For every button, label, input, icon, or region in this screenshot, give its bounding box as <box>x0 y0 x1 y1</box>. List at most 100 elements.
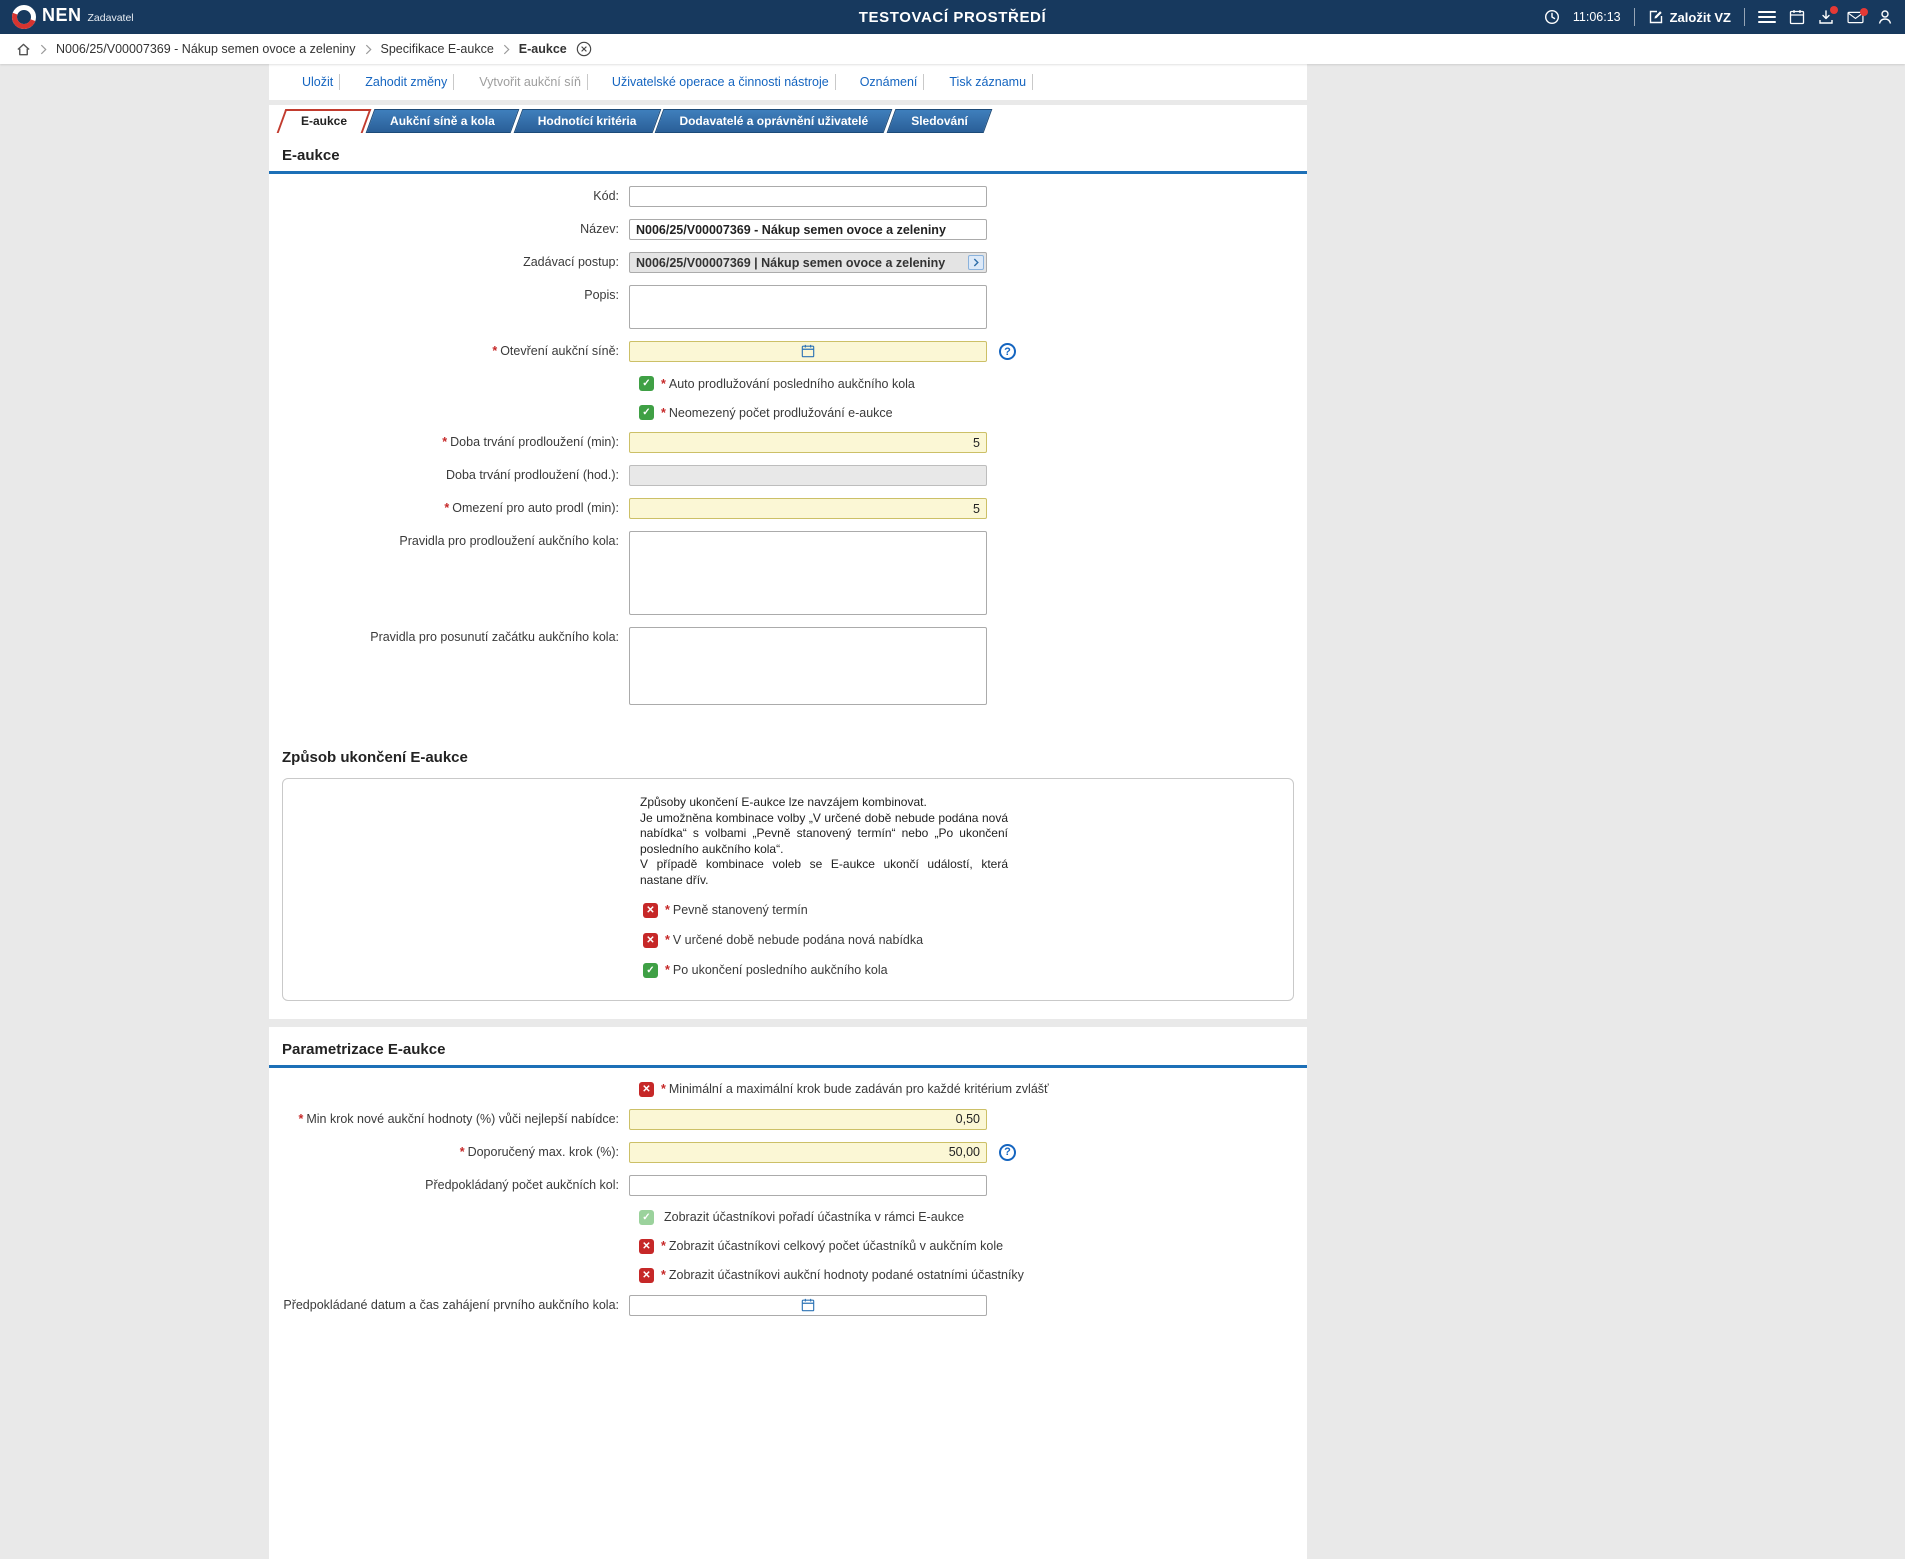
zadavaci-postup-value: N006/25/V00007369 | Nákup semen ovoce a … <box>636 255 946 270</box>
toolbar-label: Uživatelské operace a činnosti nástroje <box>611 75 829 89</box>
main-content: Uložit Zahodit změny Vytvořit aukční síň… <box>269 64 1307 1559</box>
header-divider <box>1744 8 1745 26</box>
tab-aukcni-sine-a-kola[interactable]: Aukční síně a kola <box>370 109 515 133</box>
info-line: Je umožněna kombinace volby „V určené do… <box>640 810 1008 856</box>
zadavaci-postup-open-button[interactable] <box>968 255 984 270</box>
nen-home-link[interactable]: NEN Zadavatel <box>12 5 134 29</box>
info-line: V případě kombinace voleb se E-aukce uko… <box>640 857 1008 887</box>
tab-dodavatele-a-opravneni-uzivatele[interactable]: Dodavatelé a oprávnění uživatelé <box>659 109 888 133</box>
max-krok-label: * Doporučený max. krok (%): <box>459 1144 619 1159</box>
checkbox-label: * Zobrazit účastníkovi celkový počet účas… <box>661 1239 1004 1254</box>
form-row-kod: Kód: <box>269 186 1307 207</box>
section-title-zpusob-ukonceni: Způsob ukončení E-aukce <box>282 749 468 766</box>
document-icon <box>594 74 607 90</box>
check-row-urcena-doba: ✕ * V určené době nebude podána nová nabí… <box>643 932 1293 948</box>
form-row-pravidla-prodlouzeni: Pravidla pro prodloužení aukčního kola: <box>269 531 1307 615</box>
pravidla-posunuti-textarea[interactable] <box>629 627 987 705</box>
checkbox-aukcni-hodnoty[interactable]: ✕ <box>639 1267 654 1283</box>
checkbox-label: Zobrazit účastníkovi pořadí účastníka v … <box>664 1210 965 1225</box>
otevreni-aukcni-sine-input[interactable] <box>629 341 987 362</box>
check-row-po-ukonceni: ✓ * Po ukončení posledního aukčního kola <box>643 962 1293 978</box>
help-icon[interactable]: ? <box>999 343 1016 360</box>
doba-trvani-min-input[interactable] <box>629 432 987 453</box>
checkbox-pevny-termin[interactable]: ✕ <box>643 902 658 918</box>
checkbox-celkovy-pocet[interactable]: ✕ <box>639 1238 654 1254</box>
save-icon <box>283 75 297 89</box>
brand-name: NEN <box>42 5 82 25</box>
doba-trvani-hod-label: Doba trvání prodloužení (hod.): <box>445 468 619 482</box>
checkbox-label: * Neomezený počet prodlužování e-aukce <box>661 405 893 420</box>
chevron-right-icon <box>365 44 372 55</box>
min-krok-label: * Min krok nové aukční hodnoty (%) vůči n… <box>298 1111 619 1126</box>
form-row-max-krok: *Doporučený max. krok (%): ? <box>269 1141 1307 1163</box>
otevreni-label: * Otevření aukční síně: <box>492 344 619 358</box>
tab-hodnotici-kriteria[interactable]: Hodnotící kritéria <box>518 109 657 133</box>
current-time: 11:06:13 <box>1572 10 1621 24</box>
zpusob-info-text: Způsoby ukončení E-aukce lze navzájem ko… <box>640 795 1008 889</box>
breadcrumb: N006/25/V00007369 - Nákup semen ovoce a … <box>0 34 1905 64</box>
form-row-pravidla-posunuti: Pravidla pro posunutí začátku aukčního k… <box>269 627 1307 705</box>
toolbar-user-operations-button[interactable]: Uživatelské operace a činnosti nástroje <box>588 74 835 90</box>
pravidla-posunuti-label: Pravidla pro posunutí začátku aukčního k… <box>370 630 619 644</box>
checkbox-min-max-krok[interactable]: ✕ <box>639 1081 654 1097</box>
breadcrumb-item-specifikace[interactable]: Specifikace E-aukce <box>381 42 494 56</box>
popis-textarea[interactable] <box>629 285 987 329</box>
toolbar-discard-button[interactable]: Zahodit změny <box>340 75 453 89</box>
home-icon[interactable] <box>16 42 31 57</box>
create-vz-label: Založit VZ <box>1669 9 1731 25</box>
check-row-celkovy-pocet: ✕ * Zobrazit účastníkovi celkový počet úč… <box>639 1238 1307 1254</box>
toolbar-label: Oznámení <box>859 75 918 89</box>
toolbar-notifications-button[interactable]: Oznámení <box>836 74 924 90</box>
tab-e-aukce[interactable]: E-aukce <box>281 109 367 133</box>
nen-logo-icon <box>12 5 36 29</box>
checkbox-auto-prodluzovani[interactable]: ✓ <box>639 376 654 391</box>
toolbar-save-button[interactable]: Uložit <box>277 75 339 89</box>
print-icon <box>930 75 944 89</box>
user-icon[interactable] <box>1877 9 1893 25</box>
toolbar: Uložit Zahodit změny Vytvořit aukční síň… <box>269 64 1307 100</box>
datum-zahajeni-input[interactable] <box>629 1294 987 1316</box>
checkbox-label: * Auto prodlužování posledního aukčního k… <box>661 376 915 391</box>
form-row-zadavaci-postup: Zadávací postup: N006/25/V00007369 | Nák… <box>269 252 1307 273</box>
menu-icon[interactable] <box>1758 10 1776 24</box>
create-vz-button[interactable]: Založit VZ <box>1648 9 1731 25</box>
calendar-icon[interactable] <box>1789 9 1805 25</box>
form-row-popis: Popis: <box>269 285 1307 329</box>
omezeni-auto-prodl-input[interactable] <box>629 498 987 519</box>
breadcrumb-item-record[interactable]: N006/25/V00007369 - Nákup semen ovoce a … <box>56 42 356 56</box>
min-krok-input[interactable] <box>629 1108 987 1130</box>
zadavaci-postup-label: Zadávací postup: <box>523 255 619 269</box>
section-title-parametrizace: Parametrizace E-aukce <box>282 1040 446 1058</box>
downloads-badge <box>1830 6 1838 14</box>
help-icon[interactable]: ? <box>999 1143 1016 1161</box>
kod-input[interactable] <box>629 186 987 207</box>
checkbox-po-ukonceni[interactable]: ✓ <box>643 962 658 978</box>
checkbox-neomezeny-pocet[interactable]: ✓ <box>639 405 654 420</box>
pocet-kol-input[interactable] <box>629 1174 987 1196</box>
omezeni-auto-prodl-label: * Omezení pro auto prodl (min): <box>444 501 619 515</box>
messages-badge <box>1860 7 1868 16</box>
close-tab-icon[interactable] <box>576 41 592 57</box>
e-aukce-form-card: E-aukce Aukční síně a kola Hodnotící kri… <box>269 105 1307 1019</box>
section-underline <box>269 171 1307 174</box>
toolbar-label: Zahodit změny <box>365 75 448 89</box>
tab-sledovani[interactable]: Sledování <box>891 109 988 133</box>
check-row-pevny-termin: ✕ * Pevně stanovený termín <box>643 902 1293 918</box>
downloads-icon[interactable] <box>1818 6 1838 25</box>
checkbox-urcena-doba[interactable]: ✕ <box>643 932 658 948</box>
nazev-input[interactable] <box>629 219 987 240</box>
check-row-auto-prodluzovani: ✓ * Auto prodlužování posledního aukčního… <box>639 376 1307 391</box>
toolbar-create-auction-room-button: Vytvořit aukční síň <box>454 75 587 89</box>
section-underline <box>269 1064 1307 1068</box>
pravidla-prodlouzeni-label: Pravidla pro prodloužení aukčního kola: <box>399 534 619 548</box>
card-gap <box>269 1019 1307 1027</box>
kod-label: Kód: <box>593 189 619 203</box>
max-krok-input[interactable] <box>629 1141 987 1163</box>
messages-icon[interactable] <box>1847 7 1868 24</box>
pravidla-prodlouzeni-textarea[interactable] <box>629 531 987 615</box>
gavel-icon <box>460 75 474 89</box>
discard-changes-icon <box>346 75 360 89</box>
toolbar-print-button[interactable]: Tisk záznamu <box>924 75 1032 89</box>
toolbar-label: Uložit <box>302 75 334 89</box>
check-row-poradi-ucastnika: ✓ Zobrazit účastníkovi pořadí účastníka … <box>639 1209 1307 1225</box>
